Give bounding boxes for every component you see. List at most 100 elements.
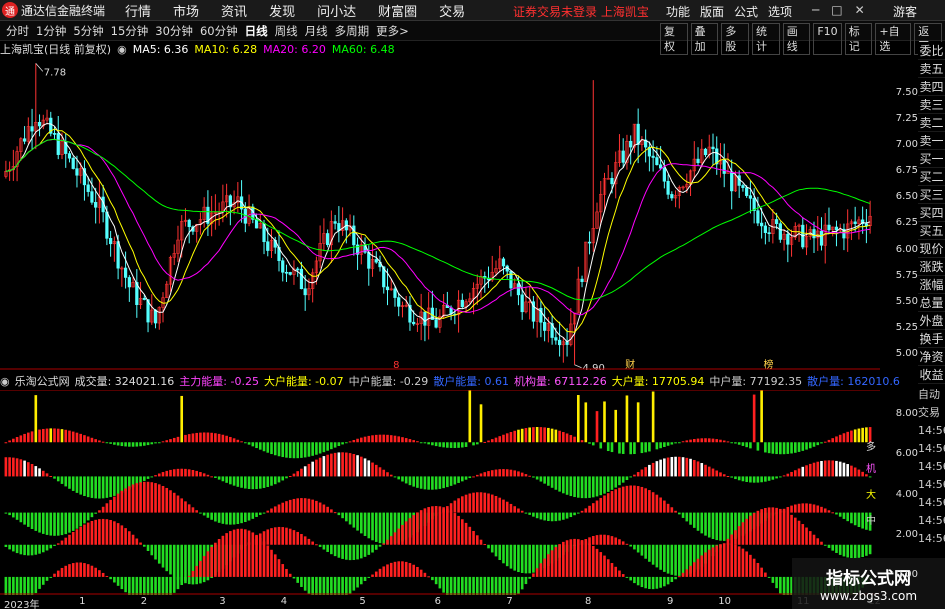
energy-bar [707,512,711,538]
energy-bar [124,488,127,513]
energy-bar [457,498,460,513]
quote-field: 卖三 [918,98,945,114]
sub-eye-icon[interactable]: ◉ [0,375,10,388]
energy-bar [842,544,846,557]
tab-daily[interactable]: 日线 [245,23,268,39]
menu-item-quotes[interactable]: 行情 [125,1,151,20]
energy-bar [285,527,288,545]
energy-bar [281,442,285,458]
menu-item-trade[interactable]: 交易 [439,1,465,20]
energy-bar [247,512,251,521]
energy-bar [172,544,176,578]
minimize-icon[interactable]: ─ [812,3,819,17]
menu-item-formula[interactable]: 公式 [734,3,758,20]
energy-bar [505,469,509,477]
energy-bar [442,442,445,448]
energy-bar [565,540,569,577]
energy-bar [659,576,662,588]
energy-bar [636,402,640,443]
energy-bar [315,576,318,595]
menu-item-function[interactable]: 功能 [666,3,690,20]
energy-bar [633,485,636,513]
energy-bar [670,456,674,477]
energy-bar [853,467,857,477]
energy-bar [475,474,479,477]
energy-bar [285,501,288,513]
login-notice[interactable]: 证券交易未登录 上海凯宝 [513,3,649,20]
close-icon[interactable]: ✕ [855,3,865,17]
tab-more[interactable]: 更多> [376,23,409,39]
tab-intraday[interactable]: 分时 [6,23,29,39]
energy-bar [509,432,513,443]
energy-bar [281,476,285,481]
energy-bar [606,442,610,452]
energy-bar [640,544,644,556]
energy-bar [434,506,438,545]
energy-bar [793,504,797,513]
energy-bar [157,473,161,477]
energy-bar [131,534,135,545]
energy-bar [547,427,550,443]
energy-bar [187,575,191,577]
energy-bar [98,519,101,545]
energy-bar [453,476,457,485]
energy-indicator-chart[interactable] [0,390,880,595]
energy-bar [846,431,849,443]
tab-1min[interactable]: 1分钟 [36,23,66,39]
energy-bar [790,471,793,477]
energy-bar [15,576,19,595]
menu-item-wealth[interactable]: 财富圈 [378,1,417,20]
energy-bar [356,544,359,560]
energy-bar [330,509,333,513]
energy-bar [83,524,86,545]
energy-bar [756,476,760,483]
event-mark[interactable]: 财 [625,358,635,370]
energy-bar [165,440,169,443]
menu-item-options[interactable]: 选项 [768,3,792,20]
tab-weekly[interactable]: 周线 [275,23,298,39]
energy-bar [318,576,322,595]
energy-bar [397,436,401,443]
energy-bar [60,540,64,545]
energy-bar [562,541,565,577]
tab-60min[interactable]: 60分钟 [200,23,238,39]
candlestick-chart[interactable]: 7.784.908 财榜 [0,56,880,370]
energy-bar [64,565,68,577]
candle-body [730,171,734,192]
energy-bar [8,576,11,595]
tab-30min[interactable]: 30分钟 [155,23,193,39]
menu-item-market[interactable]: 市场 [173,1,199,20]
energy-bar [326,506,329,513]
menu-item-ask[interactable]: 问小达 [317,1,356,20]
energy-bar [333,442,337,448]
energy-bar [752,394,756,443]
energy-bar [861,544,864,558]
tab-15min[interactable]: 15分钟 [111,23,149,39]
energy-bar [94,439,97,443]
energy-bar [760,567,763,577]
tab-5min[interactable]: 5分钟 [73,23,103,39]
legend-eye-icon[interactable]: ◉ [117,43,127,56]
energy-bar [101,506,105,513]
energy-bar [94,512,97,514]
energy-bar [461,519,464,545]
menu-item-layout[interactable]: 版面 [700,3,724,20]
guest-user[interactable]: 游客 [893,3,917,20]
menu-item-news[interactable]: 资讯 [221,1,247,20]
energy-bar [30,464,34,477]
energy-bar [348,441,352,443]
energy-bar [423,572,427,577]
event-mark[interactable]: 榜 [764,358,774,370]
tab-multi-period[interactable]: 多周期 [335,23,370,39]
candle-body [254,219,259,229]
tab-monthly[interactable]: 月线 [305,23,328,39]
energy-bar [584,402,588,443]
energy-bar [595,500,599,513]
maximize-icon[interactable]: □ [831,3,842,17]
quote-field: 净资 [918,350,945,366]
energy-bar [8,512,11,516]
energy-bar [94,567,97,577]
energy-bar [15,512,19,520]
energy-bar [12,512,15,518]
menu-item-discover[interactable]: 发现 [269,1,295,20]
